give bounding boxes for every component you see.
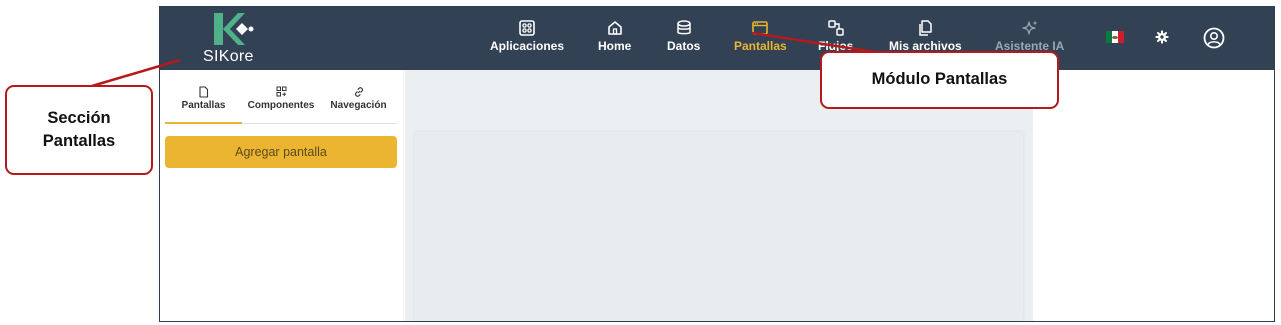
nav-item-datos[interactable]: Datos [667, 19, 700, 53]
nav-label: Datos [667, 39, 701, 53]
files-icon [919, 20, 933, 36]
logo-text: SIKore [203, 48, 254, 65]
flow-icon [827, 20, 844, 36]
properties-panel [1033, 70, 1274, 321]
tab-label: Componentes [247, 100, 315, 111]
sidebar-tabs: Pantallas Componentes Navegación [165, 86, 397, 124]
nav-item-home[interactable]: Home [598, 19, 631, 53]
window-icon [752, 21, 769, 35]
callout-modulo-pantallas: Módulo Pantallas [820, 51, 1059, 109]
tab-navegacion[interactable]: Navegación [320, 86, 397, 111]
callout-seccion-pantallas: Sección Pantallas [5, 85, 153, 175]
tab-pantallas[interactable]: Pantallas [165, 86, 242, 124]
top-navbar: SIKore Aplicaciones Home Datos Pantallas… [160, 7, 1274, 70]
home-icon [607, 21, 622, 35]
tab-label: Navegación [330, 100, 387, 111]
apps-grid-icon [519, 20, 535, 36]
mexico-flag-icon[interactable] [1106, 31, 1124, 43]
nav-label: Aplicaciones [490, 39, 565, 53]
app-window: SIKore Aplicaciones Home Datos Pantallas… [159, 6, 1275, 322]
logo[interactable]: SIKore [200, 11, 260, 67]
nav-item-mis-archivos[interactable]: Mis archivos [889, 19, 962, 53]
file-icon [199, 86, 209, 98]
sikore-logo-icon [214, 13, 254, 45]
nav-item-pantallas[interactable]: Pantallas [734, 19, 787, 53]
nav-label: Pantallas [734, 39, 787, 53]
sparkle-icon [1022, 20, 1038, 35]
gear-icon[interactable] [1155, 30, 1169, 44]
tab-componentes[interactable]: Componentes [242, 86, 320, 111]
nav-item-aplicaciones[interactable]: Aplicaciones [490, 19, 564, 53]
user-circle-icon[interactable] [1203, 27, 1225, 49]
nav-item-flujos[interactable]: Flujos [818, 19, 853, 53]
screen-canvas[interactable] [415, 132, 1023, 321]
add-screen-button[interactable]: Agregar pantalla [165, 136, 397, 168]
link-icon [354, 87, 363, 97]
nav-label: Home [598, 39, 632, 53]
database-icon [676, 20, 691, 35]
sidebar-pantallas: Pantallas Componentes Navegación Agregar… [160, 70, 404, 321]
tab-label: Pantallas [181, 100, 226, 111]
nav-item-asistente-ia[interactable]: Asistente IA [995, 19, 1064, 53]
components-icon [276, 86, 286, 97]
